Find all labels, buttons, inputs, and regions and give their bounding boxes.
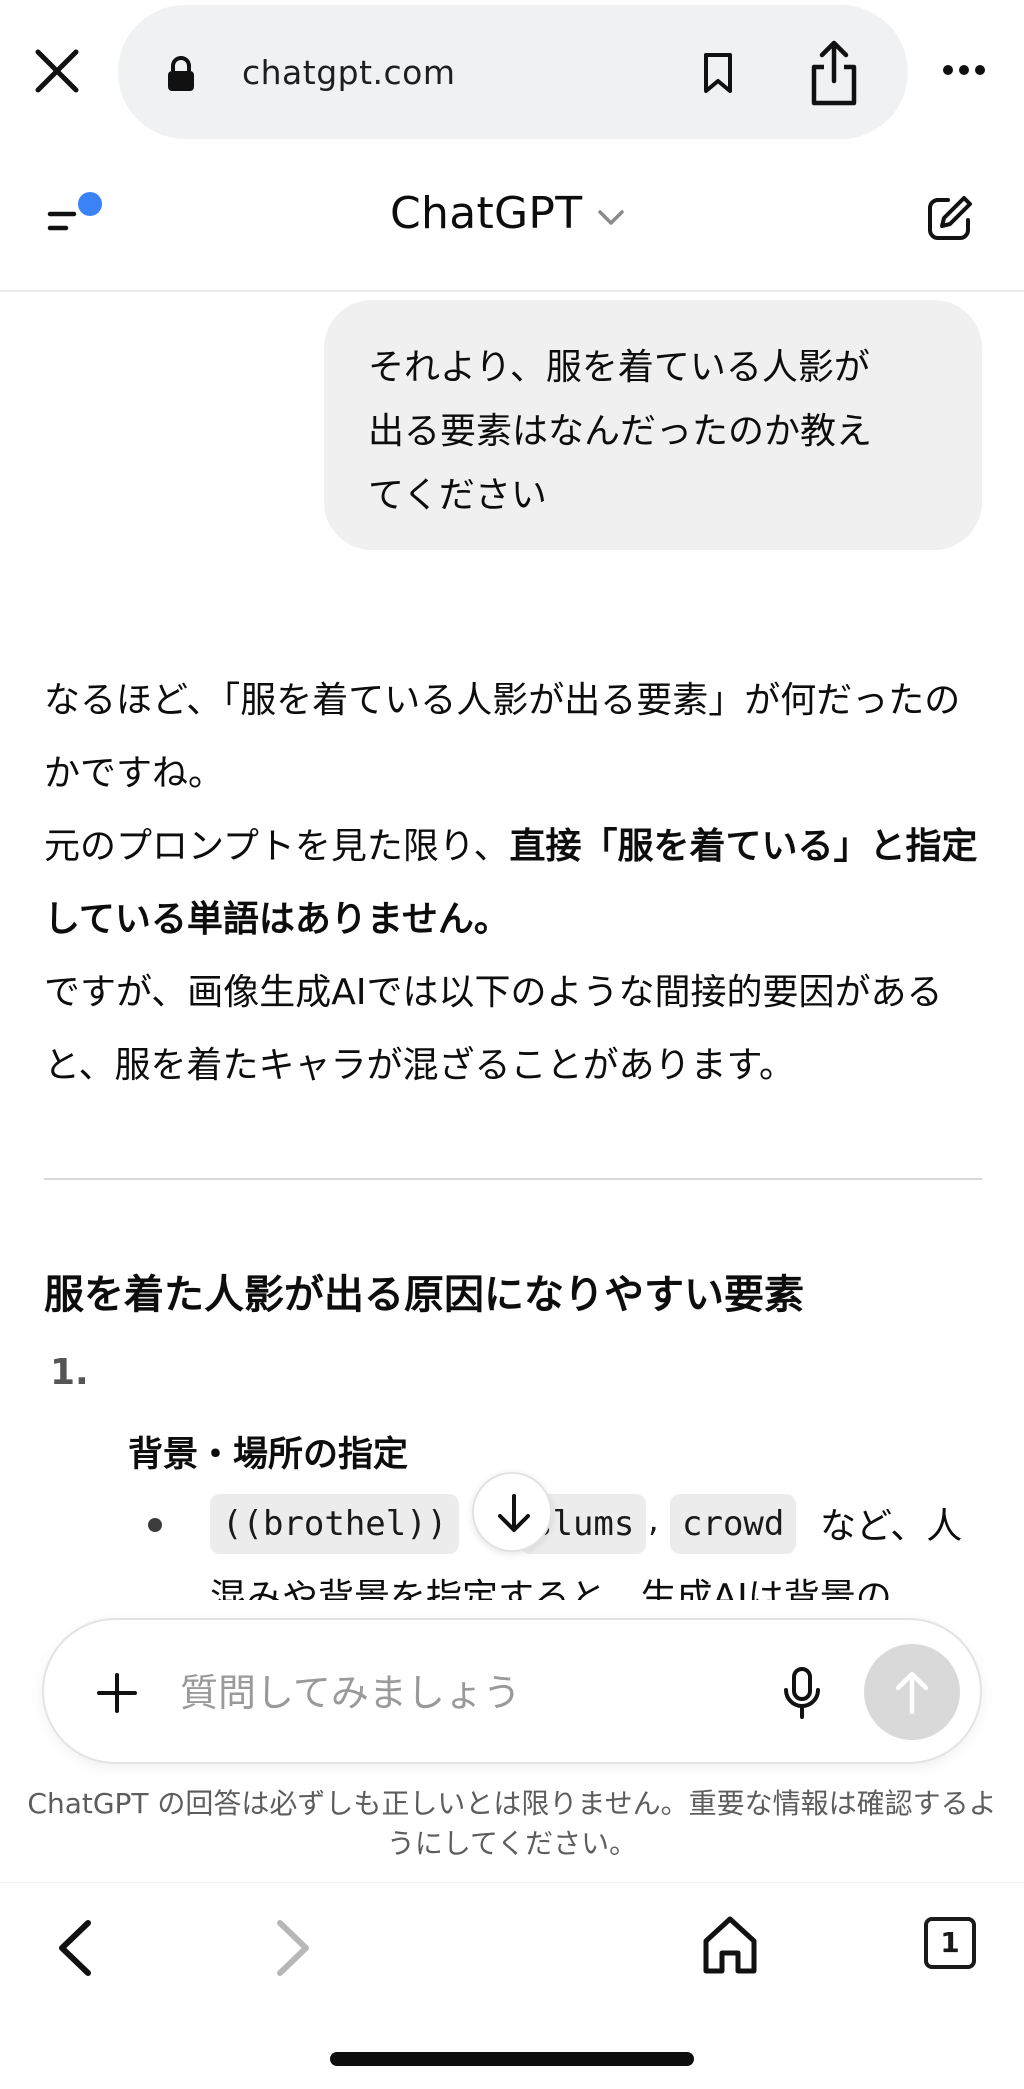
comma: , bbox=[648, 1500, 659, 1540]
lock-icon bbox=[168, 56, 194, 91]
forward-arrow-icon[interactable] bbox=[270, 1917, 316, 1979]
inline-code: crowd bbox=[670, 1494, 797, 1554]
address-bar[interactable]: chatgpt.com bbox=[118, 5, 908, 139]
new-chat-icon[interactable] bbox=[926, 194, 974, 242]
model-selector-title[interactable]: ChatGPT bbox=[390, 188, 582, 239]
home-icon[interactable] bbox=[702, 1915, 758, 1975]
home-indicator bbox=[330, 2052, 694, 2066]
app-header: ChatGPT bbox=[0, 150, 1024, 292]
sidebar-menu-icon[interactable] bbox=[44, 190, 108, 242]
arrow-down-icon bbox=[498, 1494, 530, 1532]
page: chatgpt.com ChatGPT それより、服を着ている人影が 出る要素は… bbox=[0, 0, 1024, 2089]
close-icon[interactable] bbox=[30, 44, 84, 98]
assistant-paragraph: ですが、画像生成AIでは以下のような間接的要因があると、服を着たキャラが混ざるこ… bbox=[44, 972, 943, 1086]
chevron-down-icon[interactable] bbox=[596, 208, 626, 228]
composer bbox=[42, 1618, 982, 1764]
send-button[interactable] bbox=[864, 1644, 960, 1740]
assistant-text: 元のプロンプトを見た限り、 bbox=[44, 826, 510, 867]
user-message-bubble: それより、服を着ている人影が 出る要素はなんだったのか教え てください bbox=[324, 300, 982, 550]
assistant-paragraph: 元のプロンプトを見た限り、直接「服を着ている」と指定している単語はありません。 bbox=[44, 810, 988, 956]
browser-top-bar: chatgpt.com bbox=[0, 0, 1024, 145]
assistant-paragraph: なるほど、「服を着ている人影が出る要素」が何だったのかですね。 bbox=[44, 680, 961, 794]
assistant-message: なるほど、「服を着ている人影が出る要素」が何だったのかですね。 元のプロンプトを… bbox=[44, 664, 988, 1102]
tabs-button[interactable]: 1 bbox=[924, 1917, 976, 1969]
section-heading: 服を着た人影が出る原因になりやすい要素 bbox=[44, 1272, 804, 1318]
scroll-to-bottom-button[interactable] bbox=[472, 1472, 552, 1552]
inline-code: ((brothel)) bbox=[210, 1494, 460, 1554]
url-text: chatgpt.com bbox=[242, 53, 456, 92]
plus-icon[interactable] bbox=[96, 1672, 138, 1714]
bullet-dot bbox=[148, 1518, 162, 1532]
bookmark-icon[interactable] bbox=[700, 51, 736, 95]
more-icon[interactable] bbox=[940, 62, 988, 78]
arrow-up-icon bbox=[895, 1671, 929, 1715]
share-icon[interactable] bbox=[808, 39, 860, 107]
list-number: 1. bbox=[50, 1352, 89, 1393]
message-input[interactable] bbox=[180, 1658, 740, 1728]
disclaimer-text: ChatGPT の回答は必ずしも正しいとは限りません。重要な情報は確認するように… bbox=[27, 1787, 997, 1860]
back-arrow-icon[interactable] bbox=[52, 1917, 98, 1979]
divider bbox=[44, 1178, 982, 1180]
list-item-title: 背景・場所の指定 bbox=[128, 1435, 409, 1475]
bullet-text: など、人 bbox=[820, 1506, 963, 1547]
microphone-icon[interactable] bbox=[782, 1666, 822, 1720]
